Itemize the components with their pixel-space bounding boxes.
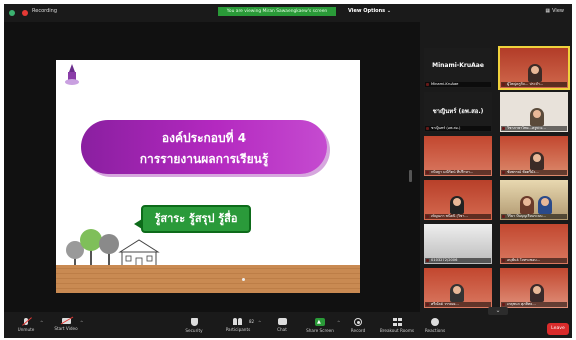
record-icon — [354, 318, 362, 326]
chat-icon — [277, 318, 287, 325]
record-button[interactable]: Record — [338, 318, 378, 338]
participant-name: วิริยา ปันบุญเรียนระบบ... — [501, 214, 567, 219]
reactions-button[interactable]: Reactions — [415, 318, 455, 338]
breakout-rooms-icon — [392, 318, 402, 326]
video-options-caret[interactable]: ^ — [80, 320, 83, 325]
reactions-label: Reactions — [424, 328, 446, 333]
participant-tile[interactable]: ชาญินทร์ (อพ.สอ.) ชาญินทร์ (อพ.สอ.) — [424, 92, 492, 132]
participant-tile[interactable]: อนุพันธ์ ใจทรงชอบ... — [500, 224, 568, 264]
reactions-icon — [431, 318, 439, 326]
grid-icon: ▦ — [545, 8, 551, 14]
participants-count: 82 — [249, 319, 255, 324]
participant-name: ชัยพรรณ์ ชัยตรีมัง... — [501, 170, 567, 175]
slide-heading-line2: การรายงานผลการเรียนรู้ — [139, 152, 269, 166]
participant-video-figure — [450, 196, 464, 214]
participant-tile[interactable]: วิชาภาษาไทย...ครูพวง... — [500, 92, 568, 132]
participants-label: Participants — [225, 327, 251, 332]
participant-tile-active-speaker[interactable]: ผู้ใหญ่ครูกิจ... ประจำ... — [498, 46, 570, 90]
presentation-slide: องค์ประกอบที่ 4 การรายงานผลการเรียนรู้ ร… — [56, 60, 360, 293]
participant-gallery: Minami-KruAae Minami-KruAae ผู้ใหญ่ครูกิ… — [424, 46, 572, 310]
view-button[interactable]: ▦ View — [545, 8, 566, 14]
participant-name: กนิษฐา มณีรัตน์ ที่ปรึกษา... — [425, 170, 491, 175]
screen-share-banner: You are viewing Miran Sawaengkaew's scre… — [218, 7, 336, 16]
wooden-floor — [56, 265, 360, 293]
participant-name: Minami-KruAae — [425, 82, 491, 87]
participant-name: วิชาภาษาไทย...ครูพวง... — [501, 126, 567, 131]
share-screen-button[interactable]: Share Screen — [300, 318, 340, 338]
participant-big-name: ชาญินทร์ (อพ.สอ.) — [432, 108, 484, 115]
record-label: Record — [350, 328, 366, 333]
microphone-muted-icon — [24, 318, 28, 325]
participant-name: เพ็ญนภา ชนิตนิ (วิชา... — [425, 214, 491, 219]
participant-tile[interactable]: กนิษฐา มณีรัตน์ ที่ปรึกษา... — [424, 136, 492, 176]
school-logo-icon — [65, 64, 79, 85]
participant-tile[interactable]: ศรีณัลย์ วรรณย... — [424, 268, 492, 308]
zoom-meeting-window: Recording You are viewing Miran Sawaengk… — [4, 4, 572, 338]
participant-video-figure — [528, 64, 542, 82]
participant-name: ผู้ใหญ่ครูกิจ... ประจำ... — [501, 82, 567, 87]
audio-options-caret[interactable]: ^ — [40, 320, 43, 325]
participant-name: อนุพันธ์ ใจทรงชอบ... — [501, 258, 567, 263]
video-off-icon — [61, 318, 71, 324]
participant-video-figure — [530, 284, 544, 302]
share-screen-label: Share Screen — [306, 328, 334, 333]
participant-tile[interactable]: 0103272/2006 — [424, 224, 492, 264]
gallery-next-page-button[interactable]: ⌄ — [488, 307, 508, 315]
meeting-controls-toolbar: Unmute ^ Start Video ^ Security Particip… — [4, 316, 572, 338]
participant-tile[interactable]: ชัยพรรณ์ ชัยตรีมัง... — [500, 136, 568, 176]
participants-icon — [233, 318, 243, 325]
participant-tile[interactable]: เพ็ญนภา ชนิตนิ (วิชา... — [424, 180, 492, 220]
view-button-label: View — [552, 8, 564, 14]
breakout-rooms-button[interactable]: Breakout Rooms — [377, 318, 417, 338]
participant-name: ชาญินทร์ (อพ.สอ.) — [425, 126, 491, 131]
chat-button[interactable]: Chat — [262, 318, 302, 338]
participant-name: 0103272/2006 — [425, 258, 491, 263]
chat-label: Chat — [277, 327, 287, 332]
participant-video-figure — [450, 284, 464, 302]
participants-caret[interactable]: ^ — [258, 320, 261, 325]
participant-tile[interactable]: เกตุชนก ศุภสิทธ... — [500, 268, 568, 308]
recording-dot-icon — [22, 10, 28, 16]
participant-name: เกตุชนก ศุภสิทธ... — [501, 302, 567, 307]
participant-video-figure — [520, 196, 534, 214]
participant-big-name: Minami-KruAae — [432, 62, 484, 69]
participant-video-figure — [538, 196, 552, 214]
participant-video-figure — [530, 108, 544, 126]
participant-tile[interactable]: Minami-KruAae Minami-KruAae — [424, 48, 492, 88]
shared-screen-area[interactable]: องค์ประกอบที่ 4 การรายงานผลการเรียนรู้ ร… — [4, 22, 420, 312]
participant-name: ศรีณัลย์ วรรณย... — [425, 302, 491, 307]
participant-video-figure — [530, 152, 544, 170]
participant-tile[interactable]: วิริยา ปันบุญเรียนระบบ... — [500, 180, 568, 220]
security-status-icon[interactable] — [9, 10, 15, 16]
share-screen-icon — [315, 318, 325, 326]
mouse-pointer-icon — [242, 278, 245, 281]
security-button[interactable]: Security — [174, 318, 214, 338]
slide-heading-pill: องค์ประกอบที่ 4 การรายงานผลการเรียนรู้ — [81, 120, 327, 174]
security-label: Security — [185, 328, 203, 333]
view-options-button[interactable]: View Options ⌄ — [348, 8, 391, 14]
start-video-label: Start Video — [54, 326, 78, 331]
slide-heading-line1: องค์ประกอบที่ 4 — [161, 131, 247, 145]
panel-resize-handle[interactable] — [409, 170, 412, 182]
shield-icon — [190, 318, 198, 326]
unmute-label: Unmute — [17, 327, 35, 332]
leave-button[interactable]: Leave — [547, 323, 569, 335]
meeting-top-bar: Recording You are viewing Miran Sawaengk… — [4, 4, 572, 22]
breakout-rooms-label: Breakout Rooms — [379, 328, 415, 333]
recording-label: Recording — [32, 8, 58, 14]
